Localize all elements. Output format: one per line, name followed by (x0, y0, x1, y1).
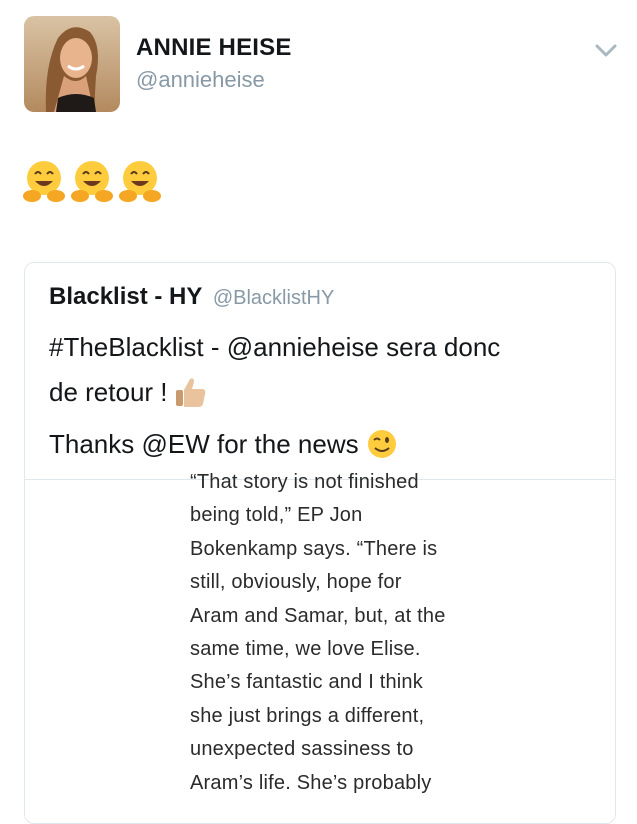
hugging-face-emoji (22, 158, 66, 206)
emoji-row (22, 158, 162, 206)
hugging-face-emoji (70, 158, 114, 206)
article-line: Aram’s life. She’s probably (190, 771, 432, 794)
quoted-author-handle: @BlacklistHY (212, 287, 335, 309)
article-line: unexpected sassiness to (190, 738, 414, 761)
chevron-down-icon[interactable] (592, 40, 620, 62)
article-text: “That story is not finished being told,”… (190, 466, 520, 800)
article-line: still, obviously, hope for (190, 571, 402, 594)
article-line: Aram and Samar, but, at the (190, 604, 446, 627)
quoted-author-name: Blacklist - HY (49, 283, 203, 310)
article-line: same time, we love Elise. (190, 638, 421, 661)
author-name[interactable]: ANNIE HEISE (136, 34, 292, 62)
hugging-face-emoji (118, 158, 162, 206)
avatar[interactable] (24, 16, 120, 112)
article-line: being told,” EP Jon (190, 504, 363, 527)
quoted-tweet-card[interactable]: Blacklist - HY @BlacklistHY #TheBlacklis… (24, 262, 616, 824)
quoted-text-line: de retour ! (49, 370, 589, 422)
article-line: “That story is not finished (190, 471, 419, 493)
article-line: she just brings a different, (190, 704, 425, 727)
article-line: She’s fantastic and I think (190, 671, 423, 694)
quoted-text-fragment: Thanks @EW for the news (49, 429, 359, 459)
thumbs-up-emoji (174, 376, 208, 422)
quoted-tweet-header: Blacklist - HY @BlacklistHY (49, 283, 334, 311)
quoted-text-fragment: de retour ! (49, 377, 168, 407)
quoted-media-image[interactable]: “That story is not finished being told,”… (25, 471, 615, 823)
article-line: Bokenkamp says. “There is (190, 537, 438, 560)
author-handle[interactable]: @annieheise (136, 67, 265, 93)
quoted-tweet-text: #TheBlacklist - @annieheise sera donc de… (49, 325, 589, 474)
quoted-text-line: #TheBlacklist - @annieheise sera donc (49, 332, 501, 362)
